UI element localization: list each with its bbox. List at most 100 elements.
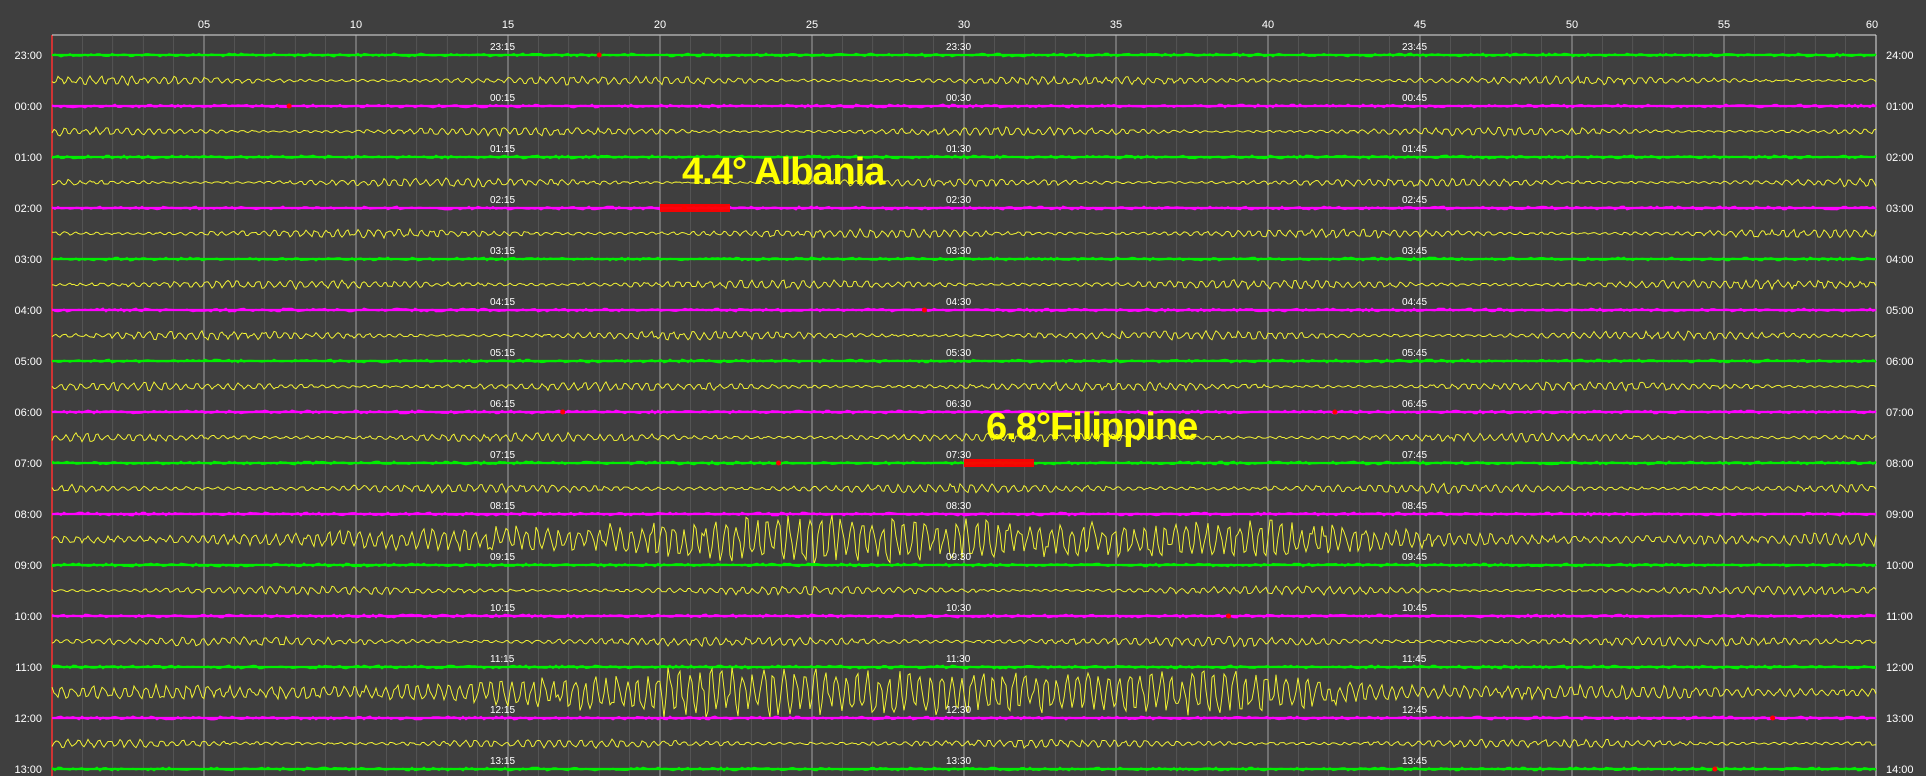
row-left-label: 01:00	[14, 152, 42, 164]
row-right-label: 14:00	[1886, 764, 1914, 776]
event-marker	[1712, 766, 1718, 772]
row-left-label: 12:00	[14, 713, 42, 725]
quarter-label: 12:45	[1402, 705, 1427, 716]
quarter-label: 02:30	[946, 195, 971, 206]
top-minute-label: 50	[1566, 19, 1578, 31]
quarter-label: 11:30	[946, 654, 971, 665]
top-minute-label: 10	[350, 19, 362, 31]
quarter-label: 04:15	[490, 297, 515, 308]
quarter-label: 10:30	[946, 603, 971, 614]
quarter-label: 13:30	[946, 756, 971, 767]
row-left-label: 23:00	[14, 50, 42, 62]
event-highlight	[660, 204, 730, 212]
quarter-label: 04:45	[1402, 297, 1427, 308]
event-label: 4.4° Albania	[682, 151, 886, 193]
quarter-label: 23:45	[1402, 42, 1427, 53]
quarter-label: 01:45	[1402, 144, 1427, 155]
top-minute-label: 20	[654, 19, 666, 31]
row-right-label: 12:00	[1886, 662, 1914, 674]
row-left-label: 11:00	[15, 662, 42, 674]
quarter-label: 09:45	[1402, 552, 1427, 563]
quarter-label: 07:45	[1402, 450, 1427, 461]
row-left-label: 04:00	[14, 305, 42, 317]
quarter-label: 09:30	[946, 552, 971, 563]
quarter-label: 13:15	[490, 756, 515, 767]
row-right-label: 03:00	[1886, 203, 1914, 215]
quarter-label: 03:45	[1402, 246, 1427, 257]
row-right-label: 09:00	[1886, 509, 1914, 521]
row-right-label: 08:00	[1886, 458, 1914, 470]
top-minute-label: 05	[198, 19, 210, 31]
quarter-label: 07:15	[490, 450, 515, 461]
top-minute-label: 55	[1718, 19, 1730, 31]
quarter-label: 08:45	[1402, 501, 1427, 512]
event-marker	[1225, 613, 1231, 619]
helicorder-chart: 05 10 15 20 25 30 35 40 45 50 55 60 23:00 24:00 23:15 2…	[0, 0, 1926, 776]
row-left-label: 07:00	[14, 458, 42, 470]
quarter-label: 09:15	[490, 552, 515, 563]
quarter-label: 08:15	[490, 501, 515, 512]
quarter-label: 05:45	[1402, 348, 1427, 359]
row-right-label: 24:00	[1886, 50, 1914, 62]
row-left-label: 05:00	[14, 356, 42, 368]
event-marker	[776, 460, 782, 466]
row-right-label: 02:00	[1886, 152, 1914, 164]
quarter-label: 06:30	[946, 399, 971, 410]
event-label: 6.8°Filippine	[986, 406, 1197, 448]
row-right-label: 04:00	[1886, 254, 1914, 266]
quarter-label: 12:30	[946, 705, 971, 716]
row-left-label: 06:00	[14, 407, 42, 419]
row-right-label: 07:00	[1886, 407, 1914, 419]
row-left-label: 03:00	[14, 254, 42, 266]
top-minute-label: 25	[806, 19, 818, 31]
event-marker	[596, 52, 602, 58]
quarter-label: 02:45	[1402, 195, 1427, 206]
top-minute-label: 45	[1414, 19, 1426, 31]
quarter-label: 13:45	[1402, 756, 1427, 767]
quarter-label: 05:30	[946, 348, 971, 359]
quarter-label: 01:30	[946, 144, 971, 155]
row-left-label: 10:00	[14, 611, 42, 623]
top-minute-label: 30	[958, 19, 970, 31]
event-marker	[286, 103, 292, 109]
quarter-label: 08:30	[946, 501, 971, 512]
row-left-label: 00:00	[14, 101, 42, 113]
event-highlight	[964, 459, 1034, 467]
quarter-label: 03:30	[946, 246, 971, 257]
quarter-label: 00:15	[490, 93, 515, 104]
row-right-label: 10:00	[1886, 560, 1914, 572]
row-right-label: 06:00	[1886, 356, 1914, 368]
quarter-label: 11:15	[490, 654, 515, 665]
quarter-label: 11:45	[1402, 654, 1427, 665]
quarter-label: 10:15	[490, 603, 515, 614]
quarter-label: 03:15	[490, 246, 515, 257]
quarter-label: 23:15	[490, 42, 515, 53]
quarter-label: 10:45	[1402, 603, 1427, 614]
quarter-label: 06:45	[1402, 399, 1427, 410]
event-marker	[1770, 715, 1776, 721]
quarter-label: 04:30	[946, 297, 971, 308]
top-minute-label: 40	[1262, 19, 1274, 31]
quarter-label: 06:15	[490, 399, 515, 410]
event-marker	[921, 307, 927, 313]
quarter-label: 05:15	[490, 348, 515, 359]
row-left-label: 13:00	[14, 764, 42, 776]
row-right-label: 05:00	[1886, 305, 1914, 317]
quarter-label: 12:15	[490, 705, 515, 716]
quarter-label: 00:45	[1402, 93, 1427, 104]
row-left-label: 09:00	[14, 560, 42, 572]
event-marker	[1332, 409, 1338, 415]
row-left-label: 02:00	[14, 203, 42, 215]
row-right-label: 11:00	[1886, 611, 1913, 623]
quarter-label: 02:15	[490, 195, 515, 206]
quarter-label: 01:15	[490, 144, 515, 155]
quarter-label: 23:30	[946, 42, 971, 53]
row-right-label: 01:00	[1886, 101, 1914, 113]
top-minute-label: 15	[502, 19, 514, 31]
row-left-label: 08:00	[14, 509, 42, 521]
row-right-label: 13:00	[1886, 713, 1914, 725]
top-minute-label: 60	[1866, 19, 1878, 31]
quarter-label: 00:30	[946, 93, 971, 104]
top-minute-label: 35	[1110, 19, 1122, 31]
event-marker	[560, 409, 566, 415]
